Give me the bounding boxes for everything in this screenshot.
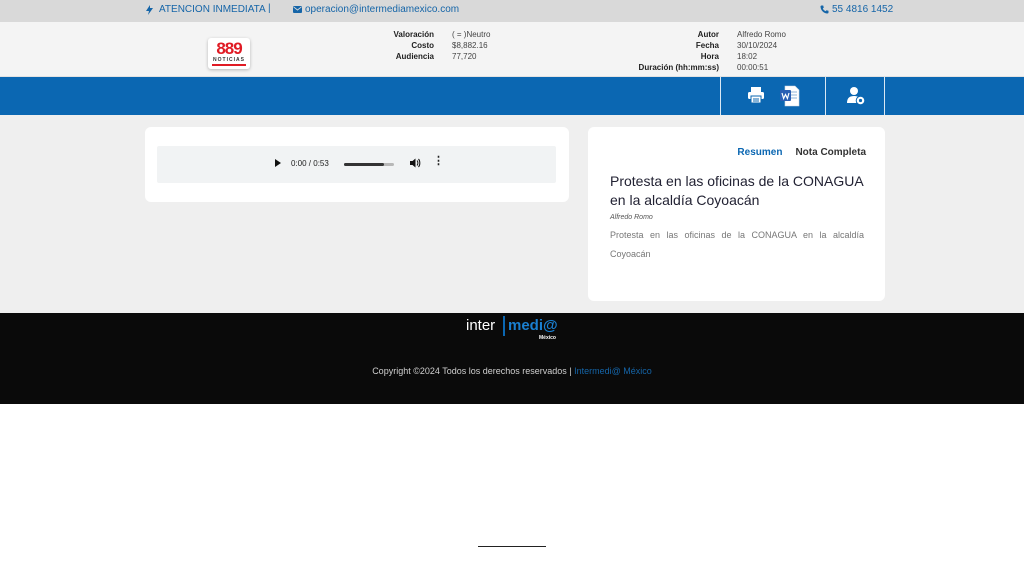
article-tabs: Resumen Nota Completa [737,147,866,158]
main-content: 0:00 / 0:53 ⋮ Resumen Nota Completa Prot… [0,115,1024,313]
topbar-separator: | [268,3,271,14]
logo-divider [503,316,505,336]
copyright-text: Copyright ©2024 Todos los derechos reser… [372,366,572,376]
toolbar-divider [825,77,826,115]
volume-fill [344,163,384,166]
action-toolbar [0,77,1024,115]
play-icon[interactable] [275,159,281,167]
meta-value: 30/10/2024 [737,41,778,50]
word-document-icon [780,85,800,107]
urgent-attention-link[interactable]: ATENCION INMEDIATA [146,4,266,15]
brand-link[interactable]: Intermedi@ México [574,366,652,376]
logo-inter-text: inter [466,317,496,334]
user-settings-button[interactable] [845,85,867,107]
audio-player[interactable]: 0:00 / 0:53 ⋮ [157,146,556,183]
header: 889 NOTICIAS Valoración ( = )Neutro Costo… [0,22,1024,77]
footer-logo: inter medi@ México [466,316,566,342]
urgent-label: ATENCION INMEDIATA [159,4,266,15]
meta-value: 77,720 [452,52,477,61]
meta-key: Fecha [695,41,719,50]
meta-key: Duración (hh:mm:ss) [638,63,719,72]
more-options-icon[interactable]: ⋮ [433,156,444,167]
details-panel: Autor Alfredo Romo Fecha 30/10/2024 Hora 18… [626,29,786,73]
meta-value: 18:02 [737,52,758,61]
toolbar-divider [884,77,885,115]
phone-icon [820,5,829,14]
meta-row: Valoración ( = )Neutro [380,29,491,40]
email-link[interactable]: operacion@intermediamexico.com [293,4,459,15]
logo-number: 889 [216,39,242,58]
tab-resumen[interactable]: Resumen [737,147,782,158]
player-time: 0:00 / 0:53 [291,159,329,168]
meta-row: Hora 18:02 [626,51,786,62]
meta-key: Audiencia [395,52,434,61]
meta-value: $8,882.16 [452,41,488,50]
volume-slider[interactable] [344,163,394,166]
phone-link[interactable]: 55 4816 1452 [820,4,893,15]
bottom-divider [478,546,546,547]
meta-value: Alfredo Romo [737,30,786,39]
logo-medi-text: medi@ [508,317,558,334]
volume-icon[interactable] [409,157,421,169]
meta-row: Costo $8,882.16 [380,40,490,51]
logo-word: NOTICIAS [213,57,245,63]
toolbar-divider [720,77,721,115]
meta-value: ( = )Neutro [452,30,491,39]
meta-row: Duración (hh:mm:ss) 00:00:51 [626,62,786,73]
top-bar: ATENCION INMEDIATA | operacion@intermedi… [0,0,1024,22]
copyright-line: Copyright ©2024 Todos los derechos reser… [0,366,1024,376]
article-summary: Protesta en las oficinas de la CONAGUA e… [610,230,864,259]
tab-nota-completa[interactable]: Nota Completa [795,147,866,158]
lightning-icon [146,4,153,15]
meta-row: Fecha 30/10/2024 [626,40,786,51]
phone-text: 55 4816 1452 [832,4,894,15]
logo-stripe [212,64,246,66]
article-author: Alfredo Romo [610,214,653,221]
envelope-icon [293,6,302,13]
print-button[interactable] [746,85,768,107]
article-card: Resumen Nota Completa Protesta en las of… [588,127,885,301]
meta-row: Audiencia 77,720 [380,51,490,62]
meta-key: Valoración [393,30,434,39]
metrics-panel: Valoración ( = )Neutro Costo $8,882.16 Aud… [380,29,491,62]
meta-row: Autor Alfredo Romo [626,29,786,40]
meta-key: Hora [700,52,719,61]
footer: inter medi@ México Copyright ©2024 Todos… [0,313,1024,404]
station-logo[interactable]: 889 NOTICIAS [208,38,250,69]
audio-card: 0:00 / 0:53 ⋮ [145,127,569,202]
article-title: Protesta en las oficinas de la CONAGUA e… [610,173,863,208]
print-icon [748,87,764,104]
meta-value: 00:00:51 [737,63,769,72]
meta-key: Autor [697,30,719,39]
email-text: operacion@intermediamexico.com [305,4,460,15]
meta-key: Costo [411,41,434,50]
logo-mexico-text: México [539,335,556,341]
export-word-button[interactable] [779,85,801,107]
user-settings-icon [847,87,866,106]
